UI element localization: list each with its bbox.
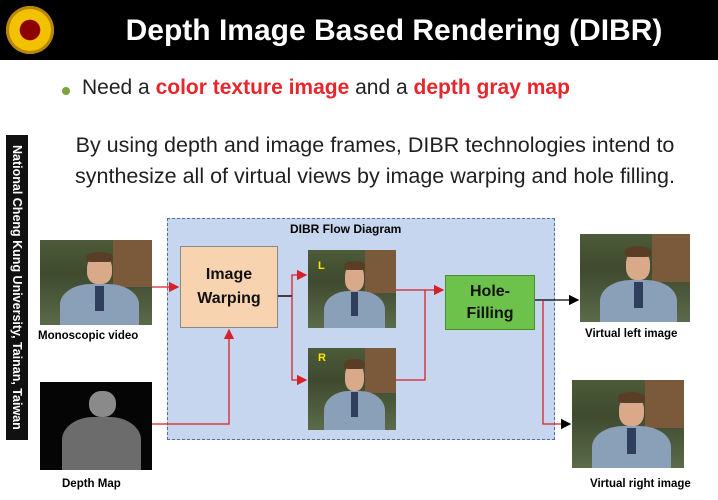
arrow-fill-to-virtual-right — [542, 300, 572, 430]
flow-arrows — [152, 269, 580, 430]
arrow-warp-to-right — [291, 296, 308, 386]
arrow-depth-to-warp — [152, 328, 235, 425]
arrow-right-to-fill — [396, 290, 426, 381]
arrow-warp-to-left — [278, 269, 308, 297]
